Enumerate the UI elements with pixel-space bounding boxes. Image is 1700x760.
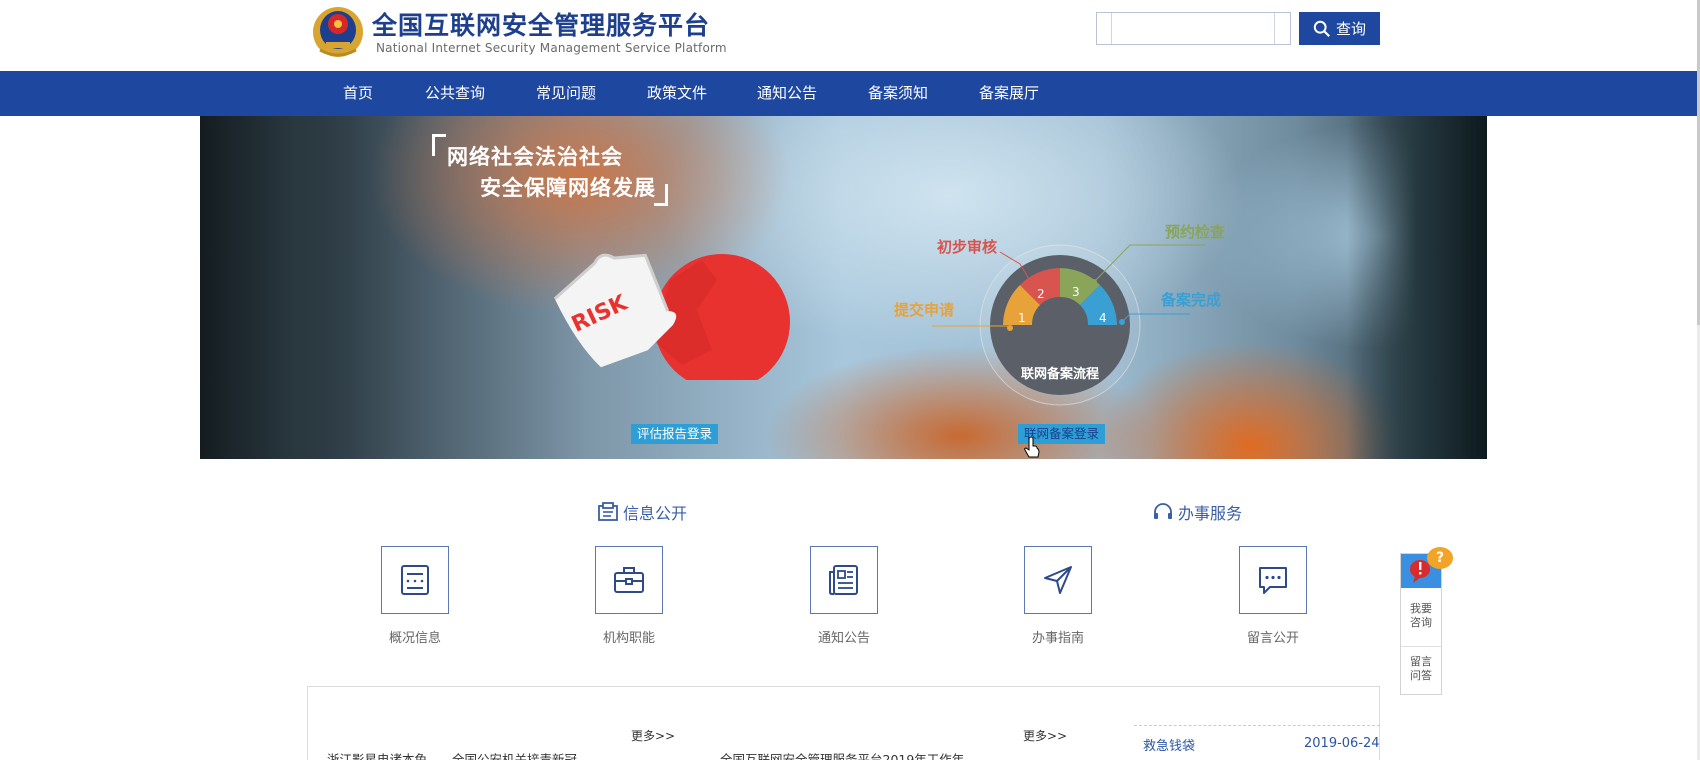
step-label-review: 初步审核 bbox=[937, 238, 998, 256]
slogan-bracket-open bbox=[432, 134, 446, 156]
tile-overview[interactable] bbox=[381, 546, 449, 614]
search-icon bbox=[1313, 20, 1330, 37]
nav-item-filing-notes[interactable]: 备案须知 bbox=[868, 71, 928, 116]
section-title-service-label: 办事服务 bbox=[1178, 504, 1243, 523]
newspaper-icon bbox=[829, 565, 858, 595]
main-navbar: 首页 公共查询 常见问题 政策文件 通知公告 备案须知 备案展厅 bbox=[0, 71, 1697, 116]
nav-item-faq[interactable]: 常见问题 bbox=[536, 71, 596, 116]
tile-label-guide: 办事指南 bbox=[1031, 631, 1084, 646]
clipboard-icon bbox=[598, 502, 618, 521]
widget-divider bbox=[1401, 646, 1441, 647]
tile-notices[interactable] bbox=[810, 546, 878, 614]
process-center-label: 联网备案流程 bbox=[1021, 366, 1099, 382]
risk-puzzle-icon: RISK bbox=[553, 253, 790, 380]
headset-icon bbox=[1154, 503, 1172, 519]
news-item-left-a[interactable]: 浙江影星电诸本免 bbox=[327, 749, 427, 760]
tile-label-overview: 概况信息 bbox=[388, 631, 441, 646]
search-button-label: 查询 bbox=[1335, 21, 1366, 38]
step-label-inspection: 预约检查 bbox=[1165, 223, 1226, 241]
search-button[interactable]: 查询 bbox=[1299, 12, 1380, 45]
document-list-icon bbox=[401, 565, 429, 595]
nav-item-filing-hall[interactable]: 备案展厅 bbox=[979, 71, 1039, 116]
news-item-left-b[interactable]: 全国公安机关接责新冠... bbox=[452, 749, 589, 760]
site-subtitle: National Internet Security Management Se… bbox=[376, 41, 727, 55]
nav-item-public-query[interactable]: 公共查询 bbox=[425, 71, 485, 116]
slogan-bracket-close bbox=[654, 184, 668, 206]
tile-label-messages: 留言公开 bbox=[1246, 631, 1299, 646]
navigation-arrow-icon bbox=[1044, 566, 1072, 594]
site-header: 全国互联网安全管理服务平台 National Internet Security… bbox=[0, 0, 1700, 71]
consult-link[interactable]: 我要 咨询 bbox=[1401, 602, 1441, 630]
banner-slogan-line1: 网络社会法治社会 bbox=[447, 145, 623, 169]
police-emblem-icon bbox=[313, 7, 363, 57]
site-title: 全国互联网安全管理服务平台 bbox=[372, 11, 711, 40]
section-title-service: 办事服务 bbox=[1152, 500, 1242, 524]
news-item-right-date: 2019-06-24 bbox=[1304, 736, 1380, 751]
chat-bubble-icon bbox=[1259, 567, 1287, 594]
nav-item-home[interactable]: 首页 bbox=[343, 71, 373, 116]
banner-slogan-line2: 安全保障网络发展 bbox=[480, 176, 656, 200]
tile-functions[interactable] bbox=[595, 546, 663, 614]
question-badge[interactable]: ? bbox=[1427, 547, 1453, 569]
hero-banner bbox=[200, 116, 1487, 459]
tile-label-notices: 通知公告 bbox=[817, 631, 870, 646]
briefcase-icon bbox=[614, 567, 644, 593]
nav-item-notices[interactable]: 通知公告 bbox=[757, 71, 817, 116]
assessment-login-button[interactable]: 评估报告登录 bbox=[631, 424, 719, 444]
news-divider bbox=[1134, 725, 1380, 726]
tile-guide[interactable] bbox=[1024, 546, 1092, 614]
tile-label-functions: 机构职能 bbox=[602, 631, 655, 646]
floating-consult-widget: 我要 咨询 留言 问答 bbox=[1400, 553, 1442, 695]
tile-messages[interactable] bbox=[1239, 546, 1307, 614]
search-input[interactable] bbox=[1111, 13, 1275, 44]
section-title-info: 信息公开 bbox=[597, 500, 687, 524]
qa-link[interactable]: 留言 问答 bbox=[1401, 655, 1441, 683]
more-link-2[interactable]: 更多>> bbox=[1023, 727, 1067, 744]
step-label-submit: 提交申请 bbox=[894, 301, 955, 319]
news-item-right[interactable]: 救急钱袋 bbox=[1143, 735, 1195, 754]
more-link-1[interactable]: 更多>> bbox=[631, 727, 675, 744]
nav-item-policy[interactable]: 政策文件 bbox=[647, 71, 707, 116]
search-box bbox=[1096, 12, 1291, 45]
hand-cursor-icon bbox=[1024, 437, 1040, 458]
section-title-info-label: 信息公开 bbox=[623, 504, 688, 523]
news-item-mid[interactable]: 全国互联网安全管理服务平台2019年工作年... bbox=[720, 749, 976, 760]
step-label-complete: 备案完成 bbox=[1161, 291, 1222, 309]
